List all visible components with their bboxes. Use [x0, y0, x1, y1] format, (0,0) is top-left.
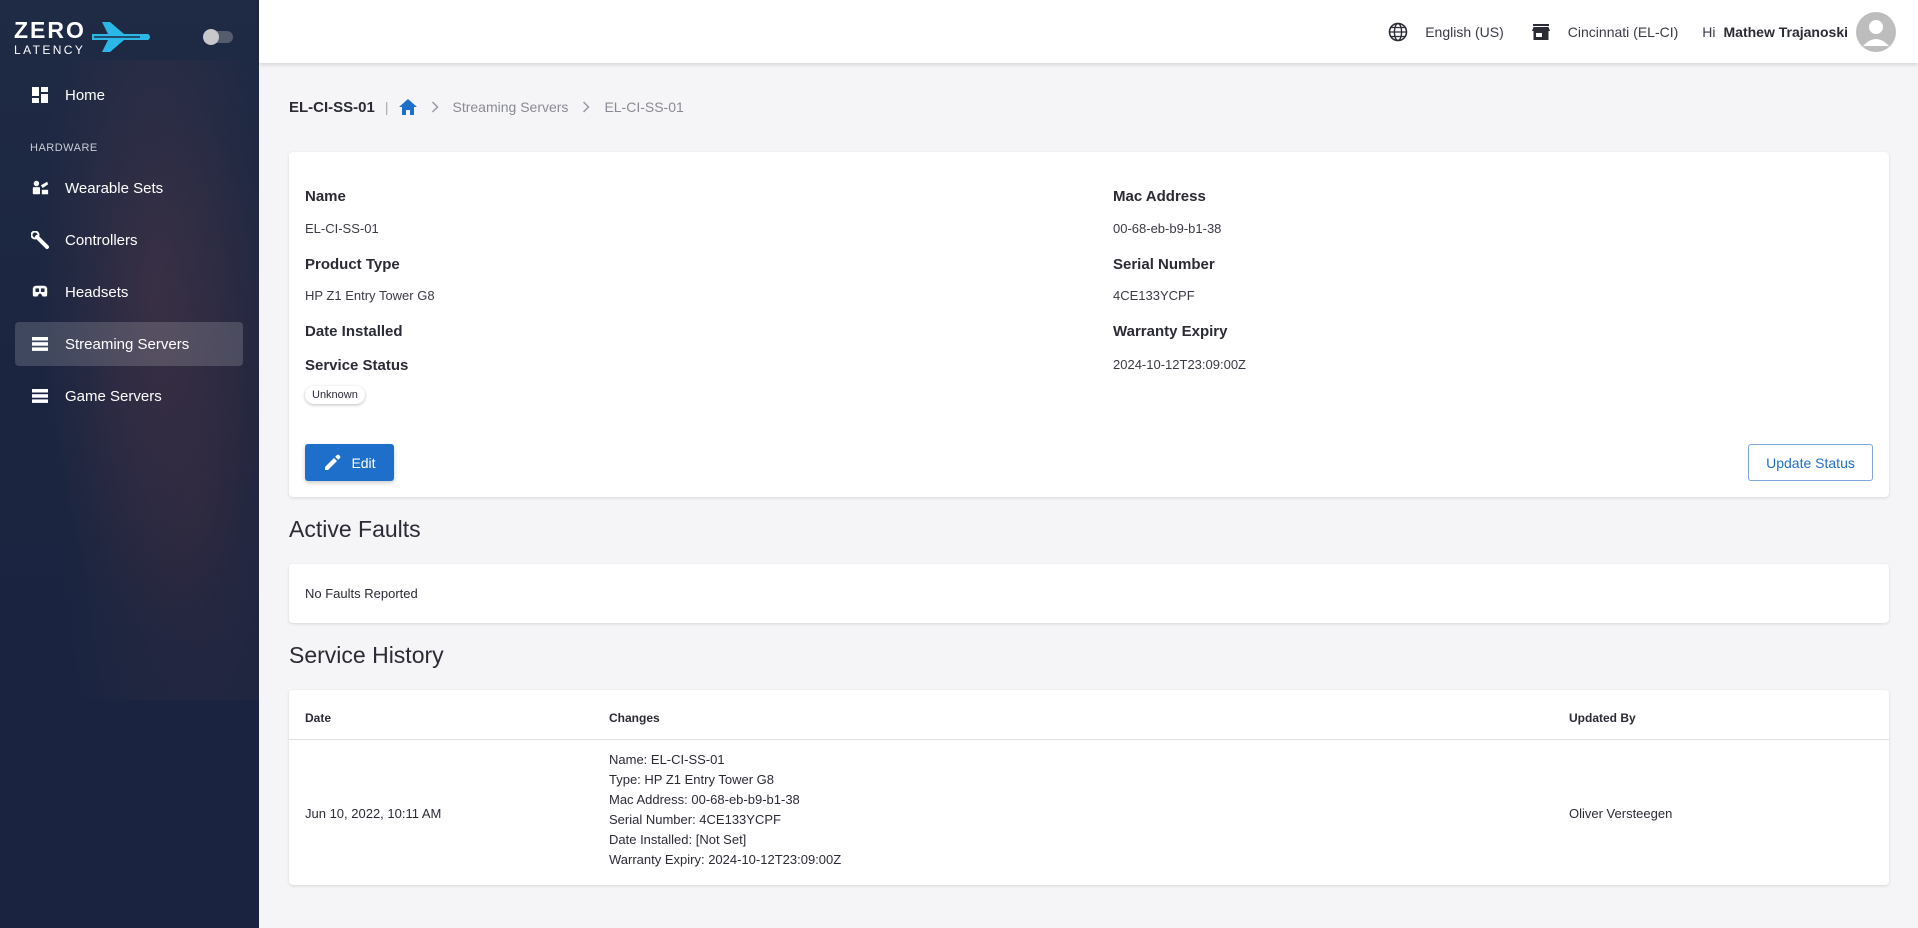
- breadcrumb-separator: |: [384, 99, 389, 115]
- active-faults-title: Active Faults: [289, 516, 421, 542]
- service-history-title: Service History: [289, 642, 444, 668]
- edit-button-label: Edit: [351, 454, 376, 471]
- date-installed-label: Date Installed: [305, 323, 403, 340]
- service-status-label: Service Status: [305, 357, 409, 374]
- breadcrumb-current: EL-CI-SS-01: [604, 99, 684, 115]
- product-type-label: Product Type: [305, 256, 400, 273]
- zero-latency-logo[interactable]: ZERO LATENCY: [14, 16, 152, 57]
- sidebar-item-label: Wearable Sets: [65, 179, 164, 197]
- change-line: Type: HP Z1 Entry Tower G8: [609, 772, 774, 787]
- page-title: EL-CI-SS-01: [289, 98, 375, 116]
- column-header-changes: Changes: [609, 711, 660, 725]
- sidebar-item-headsets[interactable]: Headsets: [15, 270, 243, 314]
- dashboard-icon: [31, 86, 49, 104]
- change-line: Date Installed: [Not Set]: [609, 832, 747, 847]
- service-history-table: Date Changes Updated By Jun 10, 2022, 10…: [289, 690, 1889, 885]
- serial-number-value: 4CE133YCPF: [1113, 288, 1195, 303]
- sidebar-item-game-servers[interactable]: Game Servers: [15, 374, 243, 418]
- serial-number-label: Serial Number: [1113, 256, 1215, 273]
- location-label: Cincinnati (EL-CI): [1567, 23, 1679, 40]
- store-icon: [1530, 21, 1552, 43]
- logo-text-line2: LATENCY: [14, 42, 86, 57]
- name-label: Name: [305, 188, 346, 205]
- breadcrumb: EL-CI-SS-01 | Streaming Servers EL-CI-SS…: [289, 97, 684, 117]
- top-bar: English (US) Cincinnati (EL-CI) Hi Mathe…: [259, 0, 1918, 63]
- plane-logo-icon: [91, 22, 150, 52]
- theme-toggle[interactable]: [203, 29, 233, 45]
- sidebar-item-label: Controllers: [65, 231, 138, 249]
- sidebar-item-label: Game Servers: [65, 387, 162, 405]
- headset-icon: [31, 283, 49, 301]
- wearable-set-icon: [31, 179, 49, 197]
- globe-icon: [1387, 21, 1409, 43]
- mac-address-label: Mac Address: [1113, 188, 1206, 205]
- server-icon: [31, 335, 49, 353]
- pencil-icon: [323, 454, 341, 472]
- table-header-divider: [289, 739, 1889, 740]
- chevron-right-icon: [431, 101, 439, 113]
- column-header-updated-by: Updated By: [1569, 711, 1636, 725]
- change-line: Warranty Expiry: 2024-10-12T23:09:00Z: [609, 852, 842, 867]
- sidebar: ZERO LATENCY Home HARDWARE Wearable Sets…: [0, 0, 259, 928]
- sidebar-item-label: Streaming Servers: [65, 335, 190, 353]
- sidebar-item-label: Headsets: [65, 283, 129, 301]
- sidebar-section-hardware: HARDWARE: [30, 142, 98, 154]
- change-line: Serial Number: 4CE133YCPF: [609, 812, 781, 827]
- user-avatar[interactable]: [1856, 11, 1896, 52]
- update-status-button[interactable]: Update Status: [1748, 444, 1873, 481]
- change-line: Name: EL-CI-SS-01: [609, 752, 725, 767]
- name-value: EL-CI-SS-01: [305, 221, 379, 236]
- language-label: English (US): [1425, 23, 1504, 40]
- user-name: Mathew Trajanoski: [1723, 23, 1848, 40]
- history-changes-cell: Name: EL-CI-SS-01 Type: HP Z1 Entry Towe…: [609, 750, 841, 870]
- column-header-date: Date: [305, 711, 332, 725]
- server-icon: [31, 387, 49, 405]
- warranty-expiry-value: 2024-10-12T23:09:00Z: [1113, 357, 1246, 372]
- greeting-text: Hi: [1702, 23, 1716, 40]
- warranty-expiry-label: Warranty Expiry: [1113, 323, 1228, 340]
- person-icon: [1863, 19, 1889, 46]
- status-badge: Unknown: [305, 386, 365, 404]
- logo-text-line1: ZERO: [14, 16, 86, 43]
- toggle-knob: [203, 29, 219, 45]
- sidebar-item-label: Home: [65, 86, 106, 104]
- details-card: Name EL-CI-SS-01 Product Type HP Z1 Entr…: [289, 152, 1889, 497]
- history-updated-by-cell: Oliver Versteegen: [1569, 806, 1673, 821]
- chevron-right-icon: [582, 101, 590, 113]
- language-selector[interactable]: English (US): [1387, 21, 1504, 43]
- breadcrumb-streaming-servers[interactable]: Streaming Servers: [453, 99, 569, 115]
- active-faults-card: No Faults Reported: [289, 564, 1889, 623]
- controller-icon: [31, 231, 49, 249]
- sidebar-item-wearable-sets[interactable]: Wearable Sets: [15, 166, 243, 210]
- location-selector[interactable]: Cincinnati (EL-CI): [1530, 21, 1678, 43]
- history-date-cell: Jun 10, 2022, 10:11 AM: [305, 806, 442, 821]
- change-line: Mac Address: 00-68-eb-b9-b1-38: [609, 792, 800, 807]
- sidebar-item-controllers[interactable]: Controllers: [15, 218, 243, 262]
- sidebar-item-home[interactable]: Home: [15, 73, 243, 117]
- home-icon[interactable]: [398, 99, 417, 115]
- sidebar-item-streaming-servers[interactable]: Streaming Servers: [15, 322, 243, 366]
- product-type-value: HP Z1 Entry Tower G8: [305, 288, 435, 303]
- mac-address-value: 00-68-eb-b9-b1-38: [1113, 221, 1222, 236]
- no-faults-text: No Faults Reported: [305, 586, 418, 601]
- edit-button[interactable]: Edit: [305, 444, 394, 481]
